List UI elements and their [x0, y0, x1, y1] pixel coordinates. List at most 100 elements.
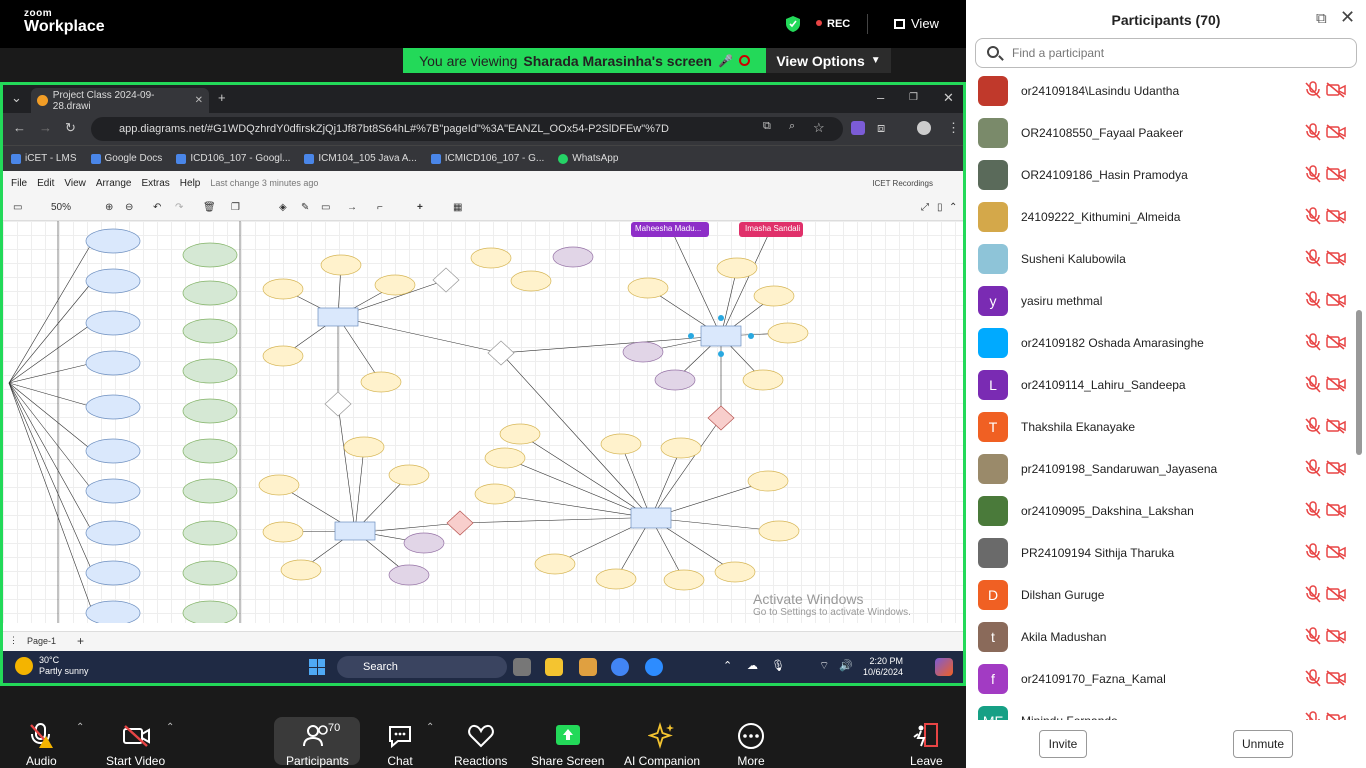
extension-icon[interactable]	[851, 121, 865, 135]
participant-row[interactable]: T Thakshila Ekanayake	[966, 406, 1356, 448]
to-front-icon[interactable]: ❐	[231, 202, 240, 213]
video-off-icon[interactable]	[1326, 502, 1346, 518]
participant-row[interactable]: D Dilshan Guruge	[966, 574, 1356, 616]
insert-icon[interactable]: +	[417, 202, 423, 213]
participant-row[interactable]: PR24109194 Sithija Tharuka	[966, 532, 1356, 574]
muted-mic-icon[interactable]	[1304, 543, 1322, 561]
menu-help[interactable]: Help	[180, 178, 201, 189]
format-icon[interactable]: ▯	[937, 202, 943, 213]
bookmark-item[interactable]: Google Docs	[90, 153, 162, 164]
muted-mic-icon[interactable]	[1304, 249, 1322, 267]
muted-mic-icon[interactable]	[1304, 165, 1322, 183]
video-off-icon[interactable]	[1326, 376, 1346, 392]
invite-button[interactable]: Invite	[1039, 730, 1087, 758]
muted-mic-icon[interactable]	[1304, 123, 1322, 141]
participant-row[interactable]: 24109222_Kithumini_Almeida	[966, 196, 1356, 238]
participant-search-input[interactable]: Find a participant	[975, 38, 1357, 68]
bookmark-item[interactable]: iCET - LMS	[11, 153, 77, 164]
zoom-in-icon[interactable]: ⊕	[105, 202, 113, 213]
back-icon[interactable]: ←	[13, 120, 26, 135]
zoom-level[interactable]: 50%	[51, 202, 71, 213]
muted-mic-icon[interactable]	[1304, 585, 1322, 603]
bookmark-item[interactable]: WhatsApp	[558, 153, 618, 164]
participant-row[interactable]: Susheni Kalubowila	[966, 238, 1356, 280]
reactions-button[interactable]: Reactions	[454, 722, 507, 768]
participant-row[interactable]: or24109182 Oshada Amarasinghe	[966, 322, 1356, 364]
audio-options-chevron-icon[interactable]: ⌃	[76, 722, 84, 733]
unmute-all-button[interactable]: Unmute	[1233, 730, 1293, 758]
participant-row[interactable]: Lor24109114_Lahiru_Sandeepa	[966, 364, 1356, 406]
redo-icon[interactable]: ↷	[175, 202, 183, 213]
new-tab-icon[interactable]: +	[218, 90, 226, 105]
muted-mic-icon[interactable]	[1304, 459, 1322, 477]
menu-extras[interactable]: Extras	[141, 178, 169, 189]
format-panel-icon[interactable]: ▭	[13, 202, 22, 213]
chat-button[interactable]: Chat	[386, 722, 414, 768]
video-off-icon[interactable]	[1326, 292, 1346, 308]
audio-button[interactable]: Audio	[26, 722, 57, 768]
speaker-icon[interactable]: 🔊	[839, 659, 853, 672]
participant-row[interactable]: y yasiru methmal	[966, 280, 1356, 322]
app-icon[interactable]	[579, 658, 597, 676]
system-clock[interactable]: 2:20 PM 10/6/2024	[863, 656, 903, 678]
menu-edit[interactable]: Edit	[37, 178, 54, 189]
cloud-icon[interactable]: ☁	[747, 659, 758, 672]
participant-row[interactable]: f or24109170_Fazna_Kamal	[966, 658, 1356, 700]
muted-mic-icon[interactable]	[1304, 627, 1322, 645]
video-off-icon[interactable]	[1326, 124, 1346, 140]
participant-row[interactable]: pr24109198_Sandaruwan_Jayasena	[966, 448, 1356, 490]
bookmark-star-icon[interactable]: ☆	[813, 120, 825, 136]
add-page-icon[interactable]: +	[77, 634, 84, 648]
menu-view[interactable]: View	[64, 178, 86, 189]
browser-tab[interactable]: Project Class 2024-09-28.drawi ✕	[31, 88, 209, 113]
muted-mic-icon[interactable]	[1304, 81, 1322, 99]
forward-icon[interactable]: →	[39, 120, 52, 135]
video-off-icon[interactable]	[1326, 544, 1346, 560]
menu-dots-icon[interactable]: ⋮	[947, 120, 960, 136]
participant-row[interactable]: or24109184\Lasindu Udantha	[966, 70, 1356, 112]
video-off-icon[interactable]	[1326, 586, 1346, 602]
muted-mic-icon[interactable]	[1304, 375, 1322, 393]
video-off-icon[interactable]	[1326, 208, 1346, 224]
video-off-icon[interactable]	[1326, 166, 1346, 182]
zoom-icon[interactable]: ⌕	[789, 120, 795, 133]
leave-button[interactable]: Leave	[910, 722, 943, 768]
video-off-icon[interactable]	[1326, 418, 1346, 434]
video-off-icon[interactable]	[1326, 460, 1346, 476]
last-change-text[interactable]: Last change 3 minutes ago	[210, 178, 318, 188]
participant-scrollbar[interactable]	[1356, 310, 1362, 455]
taskbar-search[interactable]: Search	[337, 656, 507, 678]
minimize-icon[interactable]: –	[877, 90, 884, 105]
view-button[interactable]: View	[894, 16, 939, 31]
muted-mic-icon[interactable]	[1304, 291, 1322, 309]
maximize-icon[interactable]: ❐	[909, 92, 918, 103]
participant-row[interactable]: OR24109186_Hasin Pramodya	[966, 154, 1356, 196]
video-off-icon[interactable]	[1326, 334, 1346, 350]
url-bar[interactable]: app.diagrams.net/#G1WDQzhrdY0dfirskZjQj1…	[91, 117, 843, 141]
muted-mic-icon[interactable]	[1304, 501, 1322, 519]
chat-options-chevron-icon[interactable]: ⌃	[426, 722, 434, 733]
wifi-icon[interactable]: ⌔	[819, 659, 829, 673]
pages-menu-icon[interactable]: ⋮	[9, 635, 18, 646]
fullscreen-icon[interactable]: ⤢	[921, 202, 929, 213]
bookmark-item[interactable]: ICD106_107 - Googl...	[176, 153, 290, 164]
menu-file[interactable]: File	[11, 178, 27, 189]
zoom-app-icon[interactable]	[645, 658, 663, 676]
muted-mic-icon[interactable]	[1304, 669, 1322, 687]
puzzle-icon[interactable]: ⧈	[877, 120, 885, 136]
video-off-icon[interactable]	[1326, 628, 1346, 644]
table-icon[interactable]: ▦	[453, 202, 462, 213]
ai-companion-button[interactable]: AI Companion	[624, 722, 700, 768]
shadow-icon[interactable]: ▭	[321, 202, 330, 213]
video-off-icon[interactable]	[1326, 670, 1346, 686]
video-off-icon[interactable]	[1326, 250, 1346, 266]
view-options-button[interactable]: View Options ▼	[766, 48, 891, 73]
share-screen-button[interactable]: Share Screen	[531, 722, 604, 768]
zoom-out-icon[interactable]: ⊖	[125, 202, 133, 213]
start-video-button[interactable]: Start Video	[106, 722, 165, 768]
participant-row[interactable]: or24109095_Dakshina_Lakshan	[966, 490, 1356, 532]
muted-mic-icon[interactable]	[1304, 207, 1322, 225]
windows-start-icon[interactable]	[309, 659, 325, 675]
participant-row[interactable]: t Akila Madushan	[966, 616, 1356, 658]
copilot-icon[interactable]	[935, 658, 953, 676]
